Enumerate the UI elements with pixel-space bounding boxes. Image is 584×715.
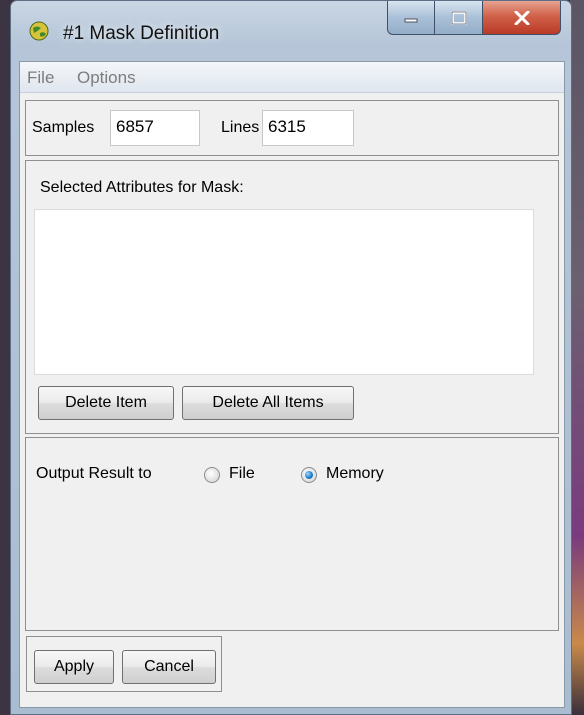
output-memory-label[interactable]: Memory	[326, 465, 384, 483]
menu-options[interactable]: Options	[77, 68, 136, 88]
apply-button[interactable]: Apply	[34, 650, 114, 684]
cancel-button[interactable]: Cancel	[122, 650, 216, 684]
menu-file[interactable]: File	[27, 68, 54, 88]
output-file-radio[interactable]	[204, 467, 220, 483]
minimize-icon	[404, 18, 418, 22]
dialog-client-area: File Options Samples 6857 Lines 6315 Sel…	[19, 61, 565, 708]
globe-icon	[29, 21, 49, 41]
minimize-button[interactable]	[387, 1, 435, 35]
output-memory-radio[interactable]	[301, 467, 317, 483]
attributes-panel: Selected Attributes for Mask: Delete Ite…	[25, 160, 559, 434]
output-result-label: Output Result to	[36, 465, 152, 482]
caption-buttons	[387, 1, 561, 37]
output-file-label[interactable]: File	[229, 465, 255, 483]
footer-panel: Apply Cancel	[26, 636, 222, 692]
radio-selected-dot	[305, 471, 313, 479]
close-icon	[514, 10, 529, 25]
selected-attributes-list[interactable]	[34, 209, 534, 375]
window-title: #1 Mask Definition	[63, 23, 220, 44]
desktop-background	[570, 0, 584, 715]
lines-label: Lines	[221, 119, 260, 136]
title-bar[interactable]: #1 Mask Definition	[11, 1, 571, 61]
mask-definition-window: #1 Mask Definition File Options Samples …	[10, 0, 572, 715]
samples-input[interactable]: 6857	[110, 110, 200, 146]
maximize-button[interactable]	[435, 1, 483, 35]
maximize-icon	[450, 10, 467, 25]
menu-bar: File Options	[20, 62, 564, 93]
selected-attributes-label: Selected Attributes for Mask:	[40, 179, 244, 196]
lines-input[interactable]: 6315	[262, 110, 354, 146]
output-panel: Output Result to File Memory	[25, 437, 559, 631]
samples-label: Samples	[32, 119, 95, 136]
delete-all-items-button[interactable]: Delete All Items	[182, 386, 354, 420]
dimensions-panel: Samples 6857 Lines 6315	[25, 100, 559, 156]
delete-item-button[interactable]: Delete Item	[38, 386, 174, 420]
close-button[interactable]	[483, 1, 561, 35]
